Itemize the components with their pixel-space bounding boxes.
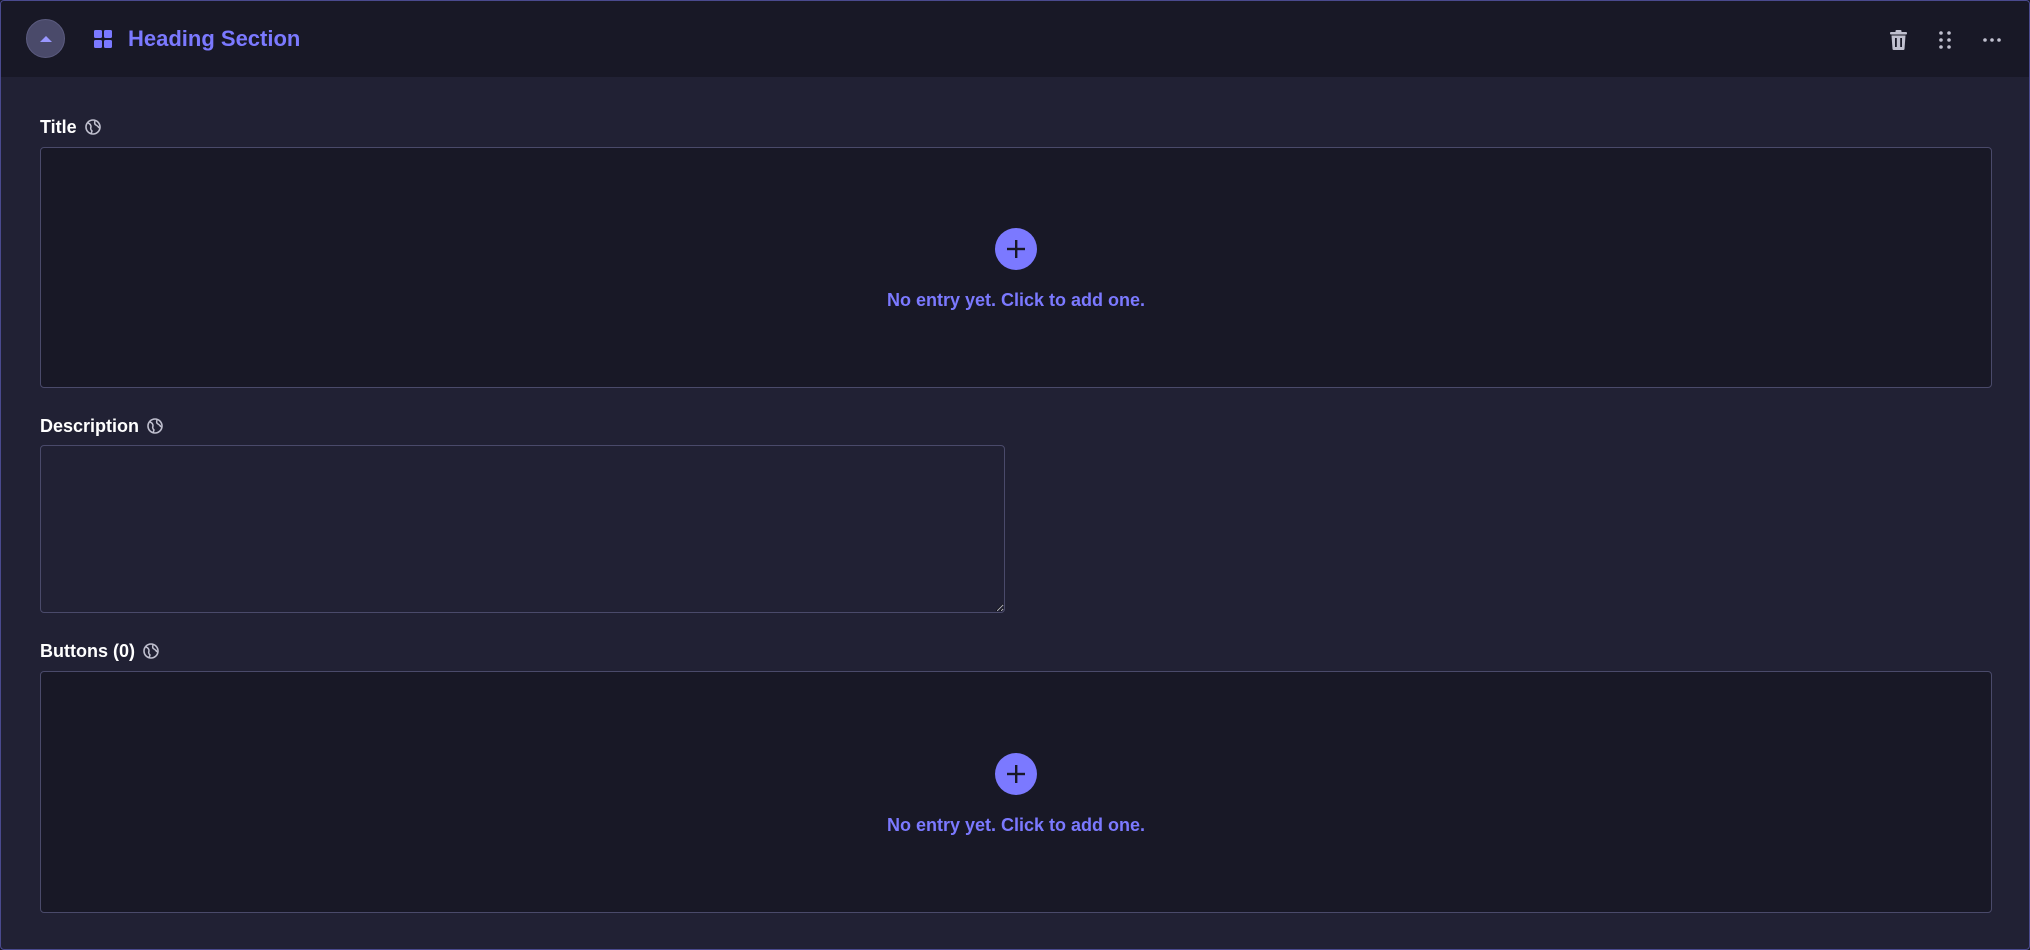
more-actions-button[interactable]	[1977, 25, 2007, 55]
drag-handle-icon	[1939, 31, 1951, 49]
plus-icon	[1007, 240, 1025, 258]
section-title: Heading Section	[128, 26, 301, 51]
globe-icon	[84, 119, 101, 135]
title-empty-message: No entry yet. Click to add one.	[886, 290, 1146, 310]
delete-button[interactable]	[1883, 25, 1913, 55]
collapse-toggle-button[interactable]	[26, 19, 65, 58]
drag-handle[interactable]	[1930, 25, 1960, 55]
title-field-label: Title	[40, 115, 101, 139]
buttons-add-button[interactable]	[995, 753, 1037, 795]
title-add-button[interactable]	[995, 228, 1037, 270]
globe-icon	[143, 643, 159, 659]
buttons-label-text: Buttons (0)	[40, 641, 135, 661]
description-field-label: Description	[40, 414, 163, 438]
heading-section-panel: Heading Section Title No entry yet. Clic…	[0, 0, 2030, 950]
buttons-add-entry-area[interactable]: No entry yet. Click to add one.	[40, 671, 1992, 913]
panel-header: Heading Section	[1, 1, 2029, 77]
grid-icon	[94, 30, 112, 48]
description-label-text: Description	[40, 416, 140, 436]
description-textarea[interactable]	[40, 445, 1005, 613]
buttons-field-label: Buttons (0)	[40, 639, 159, 663]
title-label-text: Title	[40, 117, 77, 137]
more-icon	[1983, 38, 2001, 42]
plus-icon	[1007, 765, 1025, 783]
trash-icon	[1889, 30, 1907, 50]
buttons-empty-message: No entry yet. Click to add one.	[886, 815, 1146, 835]
chevron-up-icon	[39, 35, 52, 42]
globe-icon	[147, 418, 163, 434]
title-add-entry-area[interactable]: No entry yet. Click to add one.	[40, 147, 1992, 388]
